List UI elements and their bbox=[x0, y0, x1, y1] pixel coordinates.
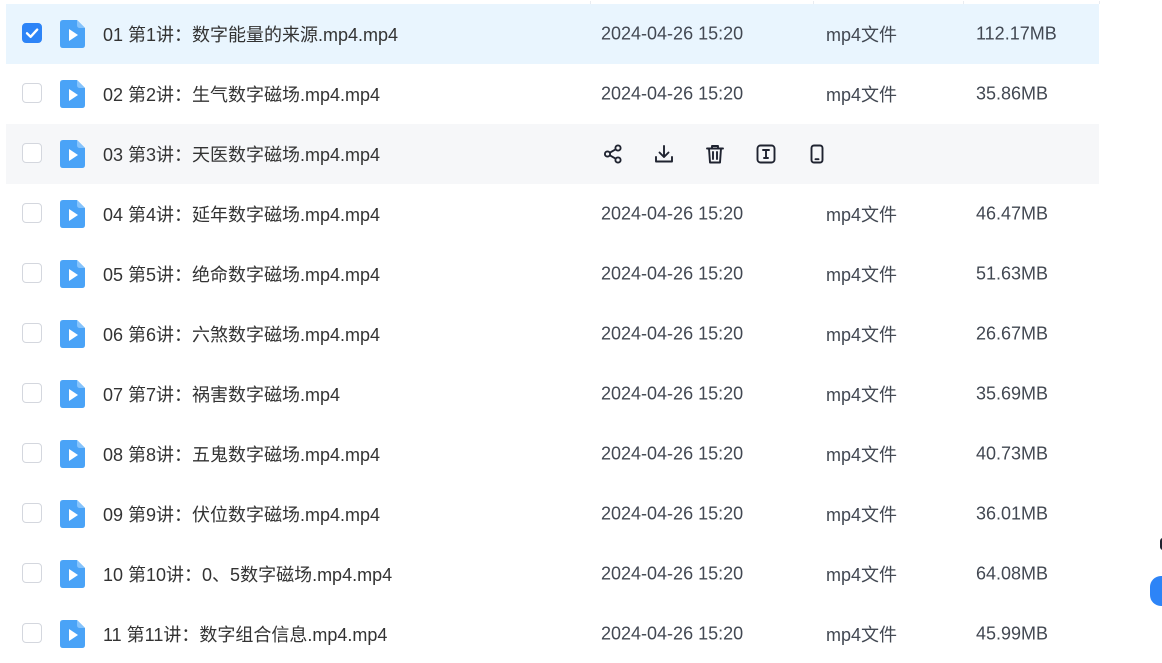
file-size: 26.67MB bbox=[976, 323, 1049, 344]
row-checkbox[interactable] bbox=[22, 143, 42, 163]
row-checkbox-checked[interactable] bbox=[22, 23, 42, 43]
row-checkbox[interactable] bbox=[22, 563, 42, 583]
video-file-icon bbox=[60, 140, 85, 168]
video-file-icon bbox=[60, 560, 85, 588]
file-name[interactable]: 11 第11讲：数字组合信息.mp4.mp4 bbox=[103, 621, 387, 647]
file-type: mp4文件 bbox=[826, 325, 898, 345]
file-size: 46.47MB bbox=[976, 203, 1049, 224]
phone-button[interactable] bbox=[805, 142, 829, 166]
file-name[interactable]: 03 第3讲：天医数字磁场.mp4.mp4 bbox=[103, 141, 380, 167]
file-row-8[interactable]: 08 第8讲：五鬼数字磁场.mp4.mp4 2024-04-26 15:20 m… bbox=[6, 424, 1099, 484]
file-type: mp4文件 bbox=[826, 445, 898, 465]
file-name[interactable]: 07 第7讲：祸害数字磁场.mp4 bbox=[103, 381, 340, 407]
file-size: 36.01MB bbox=[976, 503, 1049, 524]
file-row-11[interactable]: 11 第11讲：数字组合信息.mp4.mp4 2024-04-26 15:20 … bbox=[6, 604, 1099, 663]
video-file-icon bbox=[60, 260, 85, 288]
file-size: 35.86MB bbox=[976, 83, 1049, 104]
file-row-3[interactable]: 03 第3讲：天医数字磁场.mp4.mp4 bbox=[6, 124, 1099, 184]
file-size: 35.69MB bbox=[976, 383, 1049, 404]
row-actions bbox=[601, 142, 829, 166]
row-checkbox[interactable] bbox=[22, 323, 42, 343]
phone-icon bbox=[810, 144, 824, 164]
video-file-icon bbox=[60, 380, 85, 408]
file-date: 2024-04-26 15:20 bbox=[601, 203, 744, 224]
share-icon bbox=[603, 144, 622, 164]
file-name[interactable]: 09 第9讲：伏位数字磁场.mp4.mp4 bbox=[103, 501, 380, 527]
file-date: 2024-04-26 15:20 bbox=[601, 503, 744, 524]
file-size: 112.17MB bbox=[976, 23, 1057, 44]
file-type: mp4文件 bbox=[826, 25, 898, 45]
row-checkbox[interactable] bbox=[22, 83, 42, 103]
file-date: 2024-04-26 15:20 bbox=[601, 263, 744, 284]
file-date: 2024-04-26 15:20 bbox=[601, 623, 744, 644]
check-icon bbox=[25, 28, 39, 38]
file-name[interactable]: 10 第10讲：0、5数字磁场.mp4.mp4 bbox=[103, 561, 392, 587]
download-icon bbox=[655, 145, 673, 163]
file-date: 2024-04-26 15:20 bbox=[601, 443, 744, 464]
file-date: 2024-04-26 15:20 bbox=[601, 563, 744, 584]
download-button[interactable] bbox=[652, 142, 676, 166]
video-file-icon bbox=[60, 500, 85, 528]
row-checkbox[interactable] bbox=[22, 623, 42, 643]
video-file-icon bbox=[60, 200, 85, 228]
file-size: 51.63MB bbox=[976, 263, 1049, 284]
rename-button[interactable] bbox=[754, 142, 778, 166]
file-name[interactable]: 05 第5讲：绝命数字磁场.mp4.mp4 bbox=[103, 261, 380, 287]
video-file-icon bbox=[60, 20, 85, 48]
file-name[interactable]: 01 第1讲：数字能量的来源.mp4.mp4 bbox=[103, 21, 398, 47]
file-type: mp4文件 bbox=[826, 565, 898, 585]
file-date: 2024-04-26 15:20 bbox=[601, 323, 744, 344]
file-row-6[interactable]: 06 第6讲：六煞数字磁场.mp4.mp4 2024-04-26 15:20 m… bbox=[6, 304, 1099, 364]
file-type: mp4文件 bbox=[826, 625, 898, 645]
file-name[interactable]: 08 第8讲：五鬼数字磁场.mp4.mp4 bbox=[103, 441, 380, 467]
video-file-icon bbox=[60, 320, 85, 348]
file-row-1[interactable]: 01 第1讲：数字能量的来源.mp4.mp4 2024-04-26 15:20 … bbox=[6, 4, 1099, 64]
file-size: 64.08MB bbox=[976, 563, 1049, 584]
file-name[interactable]: 02 第2讲：生气数字磁场.mp4.mp4 bbox=[103, 81, 380, 107]
file-row-7[interactable]: 07 第7讲：祸害数字磁场.mp4 2024-04-26 15:20 mp4文件… bbox=[6, 364, 1099, 424]
video-file-icon bbox=[60, 620, 85, 648]
file-type: mp4文件 bbox=[826, 85, 898, 105]
row-checkbox[interactable] bbox=[22, 203, 42, 223]
file-type: mp4文件 bbox=[826, 205, 898, 225]
file-date: 2024-04-26 15:20 bbox=[601, 383, 744, 404]
file-row-5[interactable]: 05 第5讲：绝命数字磁场.mp4.mp4 2024-04-26 15:20 m… bbox=[6, 244, 1099, 304]
video-file-icon bbox=[60, 80, 85, 108]
file-list: 01 第1讲：数字能量的来源.mp4.mp4 2024-04-26 15:20 … bbox=[6, 4, 1099, 663]
file-size: 40.73MB bbox=[976, 443, 1049, 464]
file-size: 45.99MB bbox=[976, 623, 1049, 644]
row-checkbox[interactable] bbox=[22, 263, 42, 283]
row-checkbox[interactable] bbox=[22, 383, 42, 403]
file-type: mp4文件 bbox=[826, 505, 898, 525]
file-date: 2024-04-26 15:20 bbox=[601, 23, 744, 44]
delete-icon bbox=[706, 145, 724, 164]
file-row-10[interactable]: 10 第10讲：0、5数字磁场.mp4.mp4 2024-04-26 15:20… bbox=[6, 544, 1099, 604]
file-type: mp4文件 bbox=[826, 265, 898, 285]
file-name[interactable]: 04 第4讲：延年数字磁场.mp4.mp4 bbox=[103, 201, 380, 227]
floating-assistant-button[interactable] bbox=[1150, 576, 1162, 606]
share-button[interactable] bbox=[601, 142, 625, 166]
row-checkbox[interactable] bbox=[22, 503, 42, 523]
file-row-9[interactable]: 09 第9讲：伏位数字磁场.mp4.mp4 2024-04-26 15:20 m… bbox=[6, 484, 1099, 544]
row-checkbox[interactable] bbox=[22, 443, 42, 463]
file-date: 2024-04-26 15:20 bbox=[601, 83, 744, 104]
rename-icon bbox=[756, 144, 776, 164]
video-file-icon bbox=[60, 440, 85, 468]
file-row-4[interactable]: 04 第4讲：延年数字磁场.mp4.mp4 2024-04-26 15:20 m… bbox=[6, 184, 1099, 244]
file-name[interactable]: 06 第6讲：六煞数字磁场.mp4.mp4 bbox=[103, 321, 380, 347]
file-type: mp4文件 bbox=[826, 385, 898, 405]
delete-button[interactable] bbox=[703, 142, 727, 166]
file-row-2[interactable]: 02 第2讲：生气数字磁场.mp4.mp4 2024-04-26 15:20 m… bbox=[6, 64, 1099, 124]
file-list-window: 01 第1讲：数字能量的来源.mp4.mp4 2024-04-26 15:20 … bbox=[0, 0, 1162, 663]
